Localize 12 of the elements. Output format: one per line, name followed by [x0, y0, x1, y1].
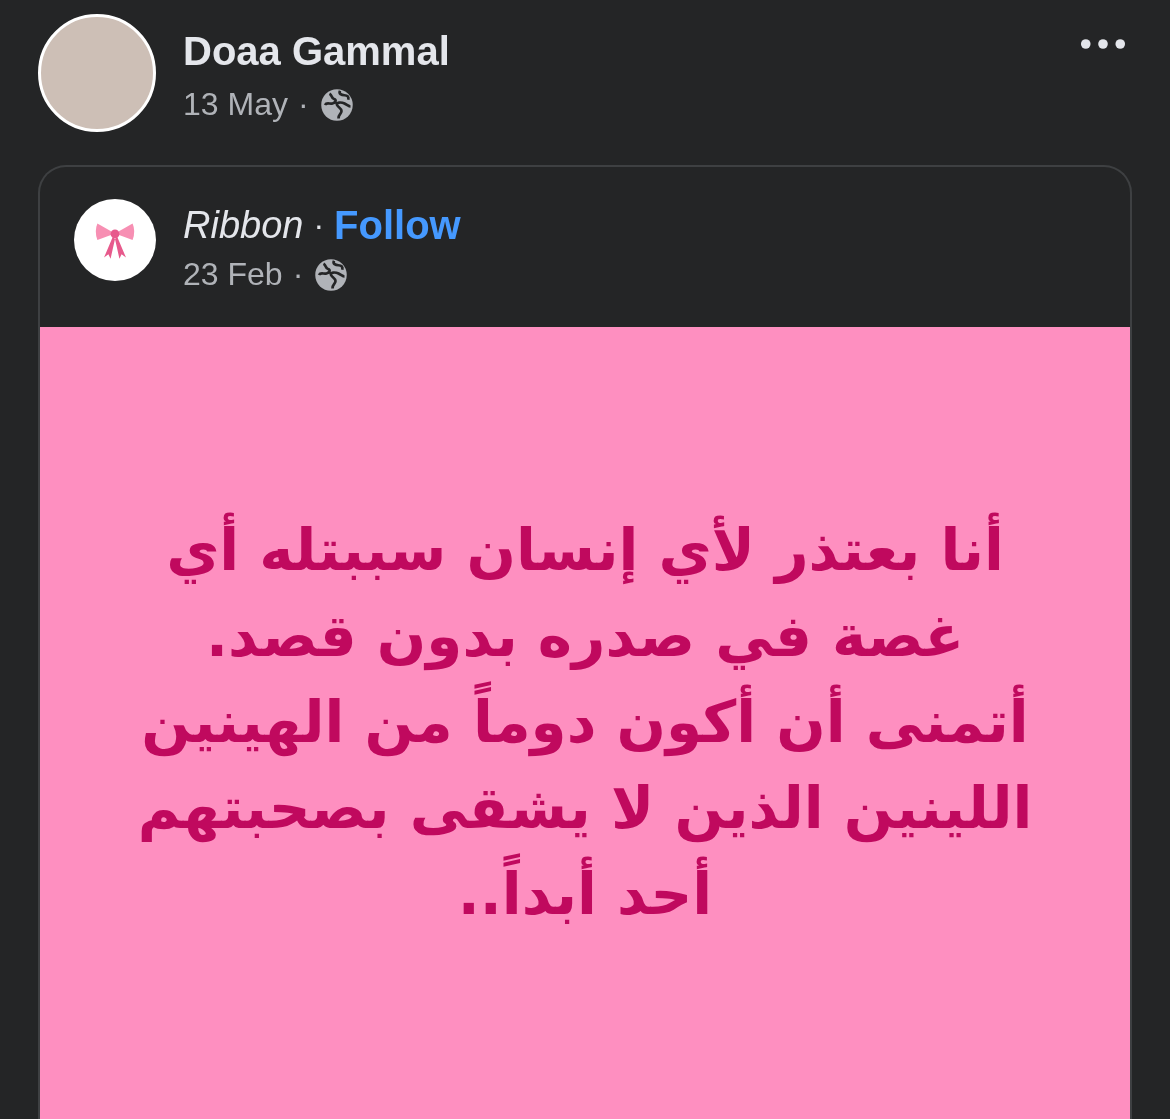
separator-dot: · [297, 86, 309, 123]
follow-link[interactable]: Follow [334, 203, 461, 248]
separator-dot: · [292, 256, 304, 293]
globe-icon [313, 256, 350, 293]
author-name[interactable]: Doaa Gammal [183, 28, 450, 74]
more-options-icon[interactable] [1080, 38, 1126, 50]
globe-icon [318, 86, 355, 123]
post-date[interactable]: 13 May [183, 86, 288, 123]
page-name[interactable]: Ribbon [183, 204, 304, 247]
separator-dot: · [313, 207, 325, 244]
post-date[interactable]: 23 Feb [183, 256, 283, 293]
post-text: أنا بعتذر لأي إنسان سببتله أي غصة في صدره بدون قصد. أتمنى أن أكون دوماً من الهينين اللينين الذين لا يشقى بصحبتهم أحد أبداً.. [135, 507, 1035, 937]
